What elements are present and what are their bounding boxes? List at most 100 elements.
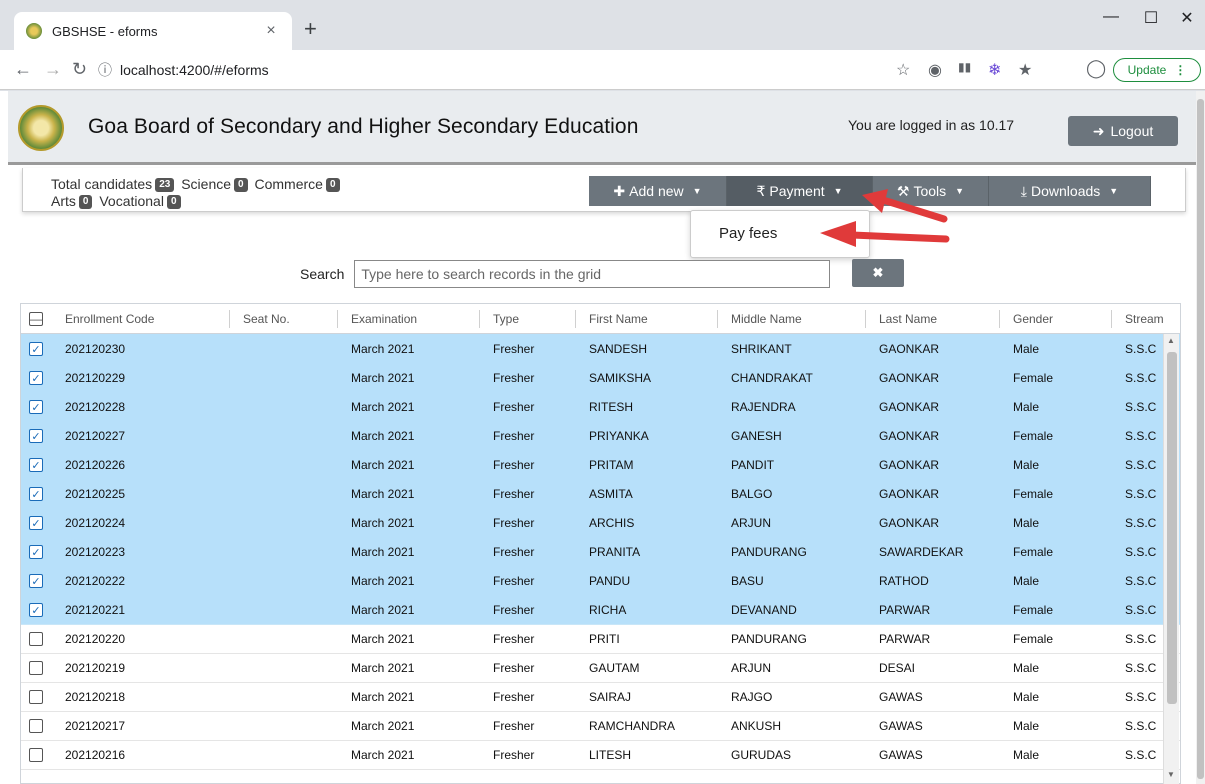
minimize-icon[interactable]: — xyxy=(1096,8,1126,26)
search-input[interactable] xyxy=(354,260,831,288)
table-row[interactable]: 202120218 March 2021 Fresher SAIRAJ RAJGO GAW… xyxy=(21,682,1180,712)
column-separator[interactable] xyxy=(229,310,230,328)
column-header[interactable]: Middle Name xyxy=(731,304,802,334)
pay-fees-menu-item[interactable]: Pay fees xyxy=(719,225,777,242)
row-checkbox[interactable] xyxy=(29,682,43,712)
back-icon[interactable]: ← xyxy=(14,59,32,80)
row-checkbox[interactable] xyxy=(29,711,43,741)
url-field[interactable]: ⓘ localhost:4200/#/eforms xyxy=(98,56,878,84)
browser-update-button[interactable]: Update ⋮ xyxy=(1113,58,1201,82)
row-checkbox[interactable]: ✓ xyxy=(29,508,43,538)
row-checkbox[interactable]: ✓ xyxy=(29,363,43,393)
table-cell: GAONKAR xyxy=(879,429,940,443)
column-separator[interactable] xyxy=(337,310,338,328)
maximize-icon[interactable]: ☐ xyxy=(1136,8,1166,28)
table-row[interactable]: ✓ 202120226 March 2021 Fresher PRITAM PANDIT G… xyxy=(21,450,1180,480)
page-vertical-scrollbar[interactable] xyxy=(1196,91,1205,784)
site-info-icon[interactable]: ⓘ xyxy=(98,60,112,80)
table-cell: PARWAR xyxy=(879,632,931,646)
column-header[interactable]: First Name xyxy=(589,304,648,334)
table-cell: S.S.C xyxy=(1125,603,1157,617)
table-cell: SAWARDEKAR xyxy=(879,545,964,559)
table-cell: Female xyxy=(1013,487,1054,501)
table-cell: Male xyxy=(1013,574,1040,588)
column-header[interactable]: Type xyxy=(493,304,519,334)
row-checkbox[interactable]: ✓ xyxy=(29,334,43,364)
grid-scroll-thumb[interactable] xyxy=(1167,352,1177,704)
profile-avatar-icon[interactable]: ◯ xyxy=(1086,58,1106,79)
window-close-icon[interactable]: ✕ xyxy=(1172,8,1202,28)
snowflake-extension-icon[interactable]: ❄ xyxy=(988,60,1001,80)
table-cell: ANKUSH xyxy=(731,719,782,733)
row-checkbox[interactable]: ✓ xyxy=(29,595,43,625)
scroll-up-icon[interactable]: ▲ xyxy=(1167,336,1175,345)
page-scroll-thumb[interactable] xyxy=(1197,99,1204,779)
column-separator[interactable] xyxy=(479,310,480,328)
table-row[interactable]: ✓ 202120229 March 2021 Fresher SAMIKSHA CHAND… xyxy=(21,363,1180,393)
column-separator[interactable] xyxy=(865,310,866,328)
table-row[interactable]: ✓ 202120230 March 2021 Fresher SANDESH SHRIKA… xyxy=(21,334,1180,364)
grid-vertical-scrollbar[interactable]: ▲ ▼ xyxy=(1163,334,1179,784)
table-row[interactable]: ✓ 202120228 March 2021 Fresher RITESH RAJENDR… xyxy=(21,392,1180,422)
table-cell: BASU xyxy=(731,574,764,588)
search-label: Search xyxy=(300,266,345,282)
stats-extension-icon[interactable]: ▮▮ xyxy=(958,60,971,74)
table-row[interactable]: 202120217 March 2021 Fresher RAMCHANDRA ANKU… xyxy=(21,711,1180,741)
site-header: Goa Board of Secondary and Higher Second… xyxy=(8,91,1196,165)
column-header[interactable]: Enrollment Code xyxy=(65,304,154,334)
table-cell: S.S.C xyxy=(1125,371,1157,385)
logout-button[interactable]: ➜ Logout xyxy=(1068,116,1178,146)
row-checkbox[interactable]: ✓ xyxy=(29,421,43,451)
column-header[interactable]: Last Name xyxy=(879,304,937,334)
browser-tab[interactable]: GBSHSE - eforms × xyxy=(14,12,292,50)
reload-icon[interactable]: ↻ xyxy=(72,59,87,80)
row-checkbox[interactable]: ✓ xyxy=(29,450,43,480)
table-row[interactable]: ✓ 202120225 March 2021 Fresher ASMITA BALGO GA… xyxy=(21,479,1180,509)
table-row[interactable]: 202120216 March 2021 Fresher LITESH GURUDAS G… xyxy=(21,740,1180,770)
table-row[interactable]: 202120219 March 2021 Fresher GAUTAM ARJUN DES… xyxy=(21,653,1180,683)
commerce-label: Commerce xyxy=(254,176,323,192)
table-row[interactable]: ✓ 202120224 March 2021 Fresher ARCHIS ARJUN GA… xyxy=(21,508,1180,538)
column-separator[interactable] xyxy=(1111,310,1112,328)
row-checkbox[interactable]: ✓ xyxy=(29,392,43,422)
row-checkbox[interactable]: ✓ xyxy=(29,537,43,567)
column-separator[interactable] xyxy=(999,310,1000,328)
table-row[interactable]: ✓ 202120223 March 2021 Fresher PRANITA PANDUR… xyxy=(21,537,1180,567)
column-header[interactable]: Stream xyxy=(1125,304,1164,334)
plus-icon: ✚ xyxy=(613,182,626,199)
select-all-checkbox[interactable]: — xyxy=(29,304,43,334)
search-row: Search xyxy=(300,259,831,289)
row-checkbox[interactable] xyxy=(29,624,43,654)
scroll-down-icon[interactable]: ▼ xyxy=(1167,770,1175,779)
column-separator[interactable] xyxy=(575,310,576,328)
forward-icon[interactable]: → xyxy=(44,59,62,80)
row-checkbox[interactable] xyxy=(29,653,43,683)
row-checkbox[interactable]: ✓ xyxy=(29,479,43,509)
table-cell: PANDURANG xyxy=(731,545,807,559)
bookmark-star-icon[interactable]: ☆ xyxy=(896,60,910,80)
table-row[interactable]: 202120220 March 2021 Fresher PRITI PANDURANG… xyxy=(21,624,1180,654)
table-row[interactable]: ✓ 202120222 March 2021 Fresher PANDU BASU RATH… xyxy=(21,566,1180,596)
vpn-extension-icon[interactable]: ◉ xyxy=(928,60,942,80)
add-new-button[interactable]: ✚ Add new ▼ xyxy=(589,176,727,206)
new-tab-icon[interactable]: + xyxy=(304,18,317,40)
tab-close-icon[interactable]: × xyxy=(262,22,280,40)
table-row[interactable]: ✓ 202120227 March 2021 Fresher PRIYANKA GANES… xyxy=(21,421,1180,451)
clear-search-button[interactable]: ✖ xyxy=(852,259,904,287)
candidate-counts: Total candidates 23 Science 0 Commerce 0 Ar… xyxy=(51,176,471,210)
column-header[interactable]: Gender xyxy=(1013,304,1053,334)
column-header[interactable]: Seat No. xyxy=(243,304,290,334)
table-cell: ASMITA xyxy=(589,487,633,501)
table-cell: Male xyxy=(1013,748,1040,762)
table-cell: ARJUN xyxy=(731,661,772,675)
downloads-button[interactable]: ⤓ Downloads ▼ xyxy=(989,176,1151,206)
table-cell: 202120219 xyxy=(65,661,126,675)
row-checkbox[interactable] xyxy=(29,740,43,770)
close-icon: ✖ xyxy=(872,265,884,280)
table-row[interactable]: ✓ 202120221 March 2021 Fresher RICHA DEVANAND… xyxy=(21,595,1180,625)
column-separator[interactable] xyxy=(717,310,718,328)
row-checkbox[interactable]: ✓ xyxy=(29,566,43,596)
column-header[interactable]: Examination xyxy=(351,304,417,334)
extensions-puzzle-icon[interactable]: ★ xyxy=(1018,60,1032,80)
table-cell: Male xyxy=(1013,661,1040,675)
